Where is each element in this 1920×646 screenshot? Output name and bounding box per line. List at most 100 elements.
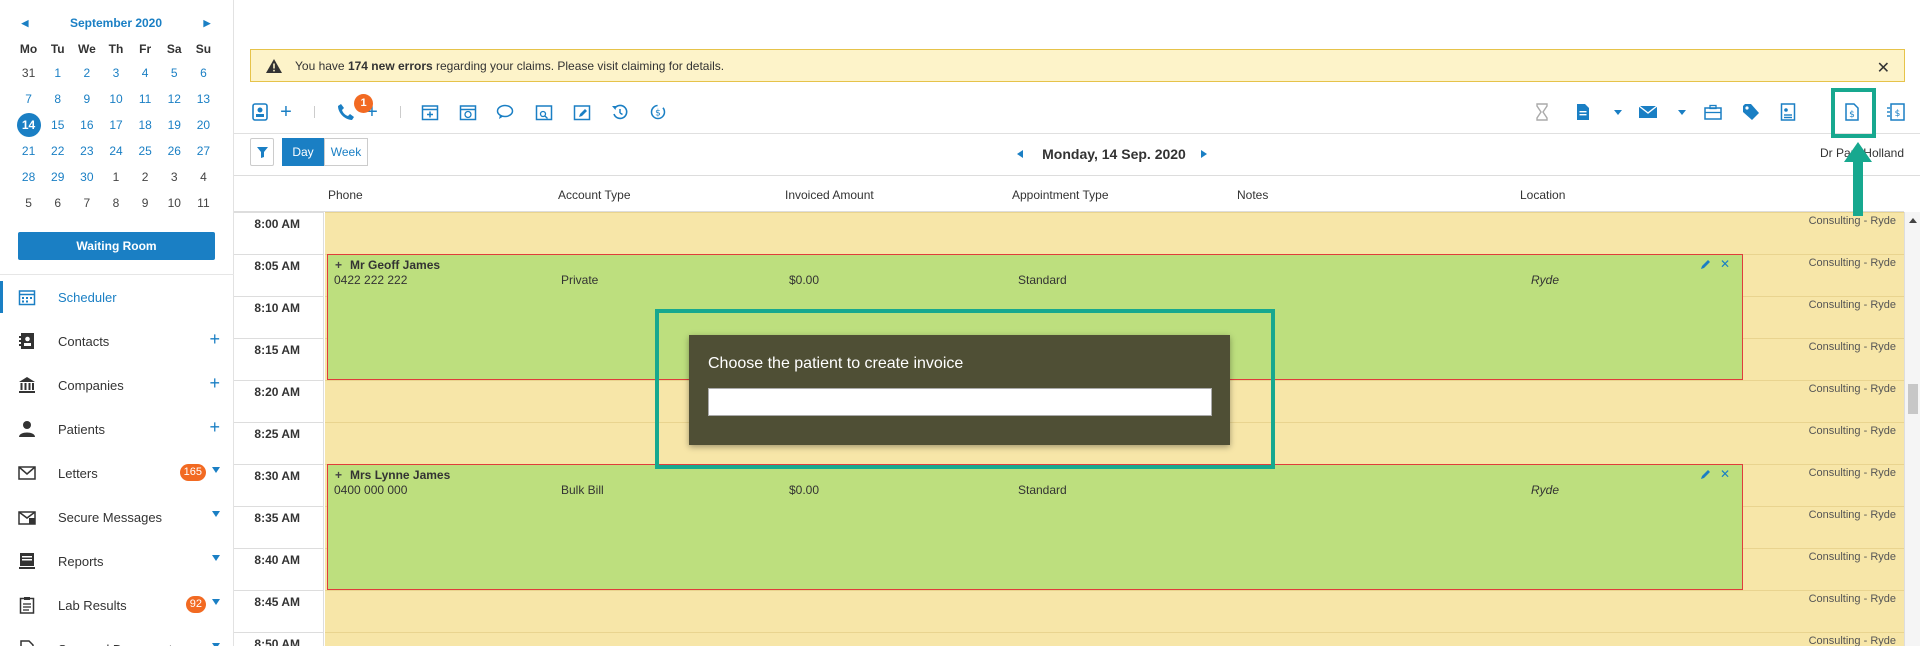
calendar-day[interactable]: 30 — [72, 164, 101, 190]
calendar-day[interactable]: 28 — [14, 164, 43, 190]
calendar-day[interactable]: 27 — [189, 138, 218, 164]
calendar-day[interactable]: 2 — [72, 60, 101, 86]
calendar-day[interactable]: 6 — [189, 60, 218, 86]
sidebar-item-contacts[interactable]: Contacts + — [0, 319, 234, 363]
calendar-day[interactable]: 1 — [101, 164, 130, 190]
calendar-day[interactable]: 3 — [101, 60, 130, 86]
calendar-day[interactable]: 25 — [131, 138, 160, 164]
vertical-scrollbar[interactable] — [1904, 212, 1920, 646]
expand-chevron-icon[interactable] — [212, 555, 220, 561]
expand-chevron-icon[interactable] — [212, 467, 220, 473]
hourglass-icon[interactable] — [1530, 100, 1554, 124]
calendar-day[interactable]: 7 — [72, 190, 101, 216]
sidebar-item-letters[interactable]: Letters 165 — [0, 451, 234, 495]
patient-card-icon[interactable] — [248, 100, 272, 124]
calendar-day[interactable]: 29 — [43, 164, 72, 190]
expand-chevron-icon[interactable] — [212, 511, 220, 517]
calendar-day[interactable]: 3 — [160, 164, 189, 190]
calendar-day[interactable]: 16 — [72, 112, 101, 138]
calendar-clock-icon[interactable] — [456, 100, 480, 124]
column-header-appointment-type[interactable]: Appointment Type — [1012, 188, 1109, 202]
calendar-day[interactable]: 8 — [43, 86, 72, 112]
scroll-up-arrow-icon[interactable] — [1909, 218, 1917, 223]
sidebar-item-reports[interactable]: Reports — [0, 539, 234, 583]
sidebar-item-companies[interactable]: Companies + — [0, 363, 234, 407]
calendar-edit-icon[interactable] — [570, 100, 594, 124]
document-dropdown-chevron-icon[interactable] — [1614, 110, 1622, 115]
add-patients-icon[interactable]: + — [209, 418, 220, 436]
sidebar-item-secure-messages[interactable]: Secure Messages — [0, 495, 234, 539]
calendar-day[interactable]: 2 — [131, 164, 160, 190]
calendar-day[interactable]: 13 — [189, 86, 218, 112]
week-view-button[interactable]: Week — [324, 138, 368, 166]
calendar-day[interactable]: 22 — [43, 138, 72, 164]
briefcase-icon[interactable] — [1701, 100, 1725, 124]
expand-chevron-icon[interactable] — [212, 599, 220, 605]
calendar-day[interactable]: 8 — [101, 190, 130, 216]
next-day-arrow-icon[interactable] — [1201, 150, 1207, 158]
add-contacts-icon[interactable]: + — [209, 330, 220, 348]
scrollbar-thumb[interactable] — [1908, 384, 1918, 414]
calendar-day[interactable]: 1 — [43, 60, 72, 86]
calendar-day[interactable]: 10 — [101, 86, 130, 112]
calendar-day[interactable]: 10 — [160, 190, 189, 216]
calendar-day[interactable]: 21 — [14, 138, 43, 164]
edit-pencil-icon[interactable] — [1700, 258, 1714, 272]
column-header-notes[interactable]: Notes — [1237, 188, 1268, 202]
document-icon[interactable] — [1571, 100, 1595, 124]
calendar-day[interactable]: 9 — [72, 86, 101, 112]
calendar-day[interactable]: 5 — [160, 60, 189, 86]
history-icon[interactable] — [608, 100, 632, 124]
sidebar-item-scheduler[interactable]: Scheduler — [0, 275, 234, 319]
delete-appointment-icon[interactable]: ✕ — [1720, 467, 1730, 481]
calendar-day[interactable]: 24 — [101, 138, 130, 164]
calendar-day[interactable]: 7 — [14, 86, 43, 112]
calendar-day-selected[interactable]: 14 — [14, 112, 43, 138]
column-header-location[interactable]: Location — [1520, 188, 1565, 202]
next-month-arrow-icon[interactable]: ▶ — [200, 18, 214, 29]
calendar-day[interactable]: 31 — [14, 60, 43, 86]
email-icon[interactable] — [1636, 100, 1660, 124]
add-appointment-icon[interactable] — [418, 100, 442, 124]
alert-close-icon[interactable]: ✕ — [1877, 58, 1890, 78]
filter-button[interactable] — [250, 138, 274, 166]
calendar-day[interactable]: 6 — [43, 190, 72, 216]
sidebar-item-patients[interactable]: Patients + — [0, 407, 234, 451]
refund-icon[interactable]: $ — [646, 100, 670, 124]
calendar-day[interactable]: 4 — [189, 164, 218, 190]
calendar-day[interactable]: 18 — [131, 112, 160, 138]
calendar-day[interactable]: 12 — [160, 86, 189, 112]
waiting-room-button[interactable]: Waiting Room — [18, 232, 215, 260]
calendar-search-icon[interactable] — [532, 100, 556, 124]
email-dropdown-chevron-icon[interactable] — [1678, 110, 1686, 115]
report-doc-icon[interactable] — [1776, 100, 1800, 124]
edit-pencil-icon[interactable] — [1700, 468, 1714, 482]
calendar-day[interactable]: 23 — [72, 138, 101, 164]
tag-icon[interactable] — [1739, 100, 1763, 124]
calendar-day[interactable]: 19 — [160, 112, 189, 138]
patient-search-input[interactable] — [708, 388, 1212, 416]
sidebar-item-lab-results[interactable]: Lab Results 92 — [0, 583, 234, 627]
column-header-invoiced-amount[interactable]: Invoiced Amount — [785, 188, 874, 202]
day-view-button[interactable]: Day — [282, 138, 324, 166]
calendar-day[interactable]: 5 — [14, 190, 43, 216]
calendar-day[interactable]: 9 — [131, 190, 160, 216]
delete-appointment-icon[interactable]: ✕ — [1720, 257, 1730, 271]
sidebar-item-scanned-documents[interactable]: Scanned Documents — [0, 627, 234, 646]
calendar-day[interactable]: 11 — [189, 190, 218, 216]
previous-day-arrow-icon[interactable] — [1017, 150, 1023, 158]
add-icon[interactable]: + — [274, 100, 298, 124]
calendar-day[interactable]: 17 — [101, 112, 130, 138]
calendar-day[interactable]: 11 — [131, 86, 160, 112]
calendar-day[interactable]: 26 — [160, 138, 189, 164]
column-header-phone[interactable]: Phone — [328, 188, 363, 202]
calendar-day[interactable]: 4 — [131, 60, 160, 86]
column-header-account-type[interactable]: Account Type — [558, 188, 631, 202]
calendar-day[interactable]: 15 — [43, 112, 72, 138]
appointment-block[interactable]: Mrs Lynne James0400 000 000 Bulk Bill $0.0… — [327, 464, 1743, 590]
invoice-list-icon[interactable]: $ — [1884, 100, 1908, 124]
calendar-day[interactable]: 20 — [189, 112, 218, 138]
add-companies-icon[interactable]: + — [209, 374, 220, 392]
chat-icon[interactable] — [494, 100, 518, 124]
prev-month-arrow-icon[interactable]: ◀ — [18, 18, 32, 29]
